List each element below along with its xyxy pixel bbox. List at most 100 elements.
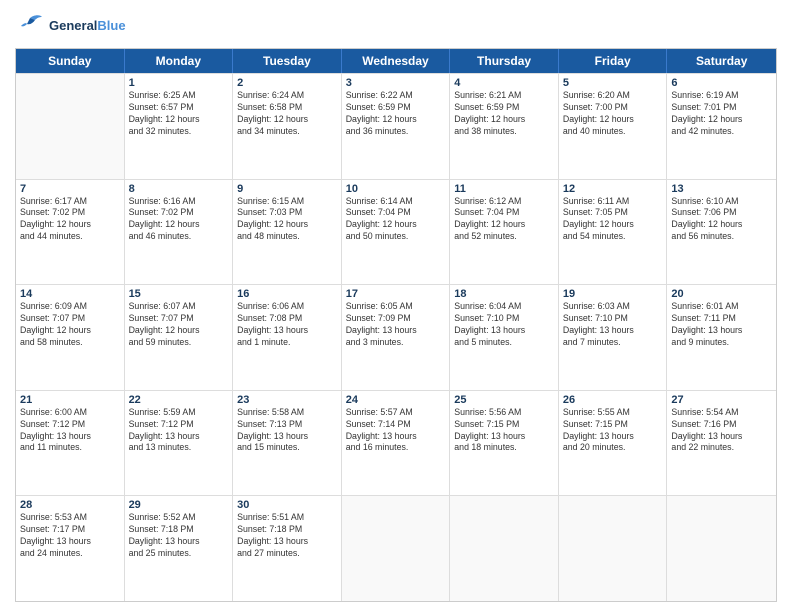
calendar-cell: 3Sunrise: 6:22 AM Sunset: 6:59 PM Daylig… <box>342 74 451 179</box>
day-number: 18 <box>454 288 554 300</box>
day-number: 7 <box>20 183 120 195</box>
day-number: 9 <box>237 183 337 195</box>
calendar-cell: 5Sunrise: 6:20 AM Sunset: 7:00 PM Daylig… <box>559 74 668 179</box>
day-number: 20 <box>671 288 772 300</box>
day-number: 27 <box>671 394 772 406</box>
day-number: 13 <box>671 183 772 195</box>
calendar-cell: 27Sunrise: 5:54 AM Sunset: 7:16 PM Dayli… <box>667 391 776 496</box>
cell-text: Sunrise: 6:20 AM Sunset: 7:00 PM Dayligh… <box>563 90 663 138</box>
cell-text: Sunrise: 5:53 AM Sunset: 7:17 PM Dayligh… <box>20 512 120 560</box>
calendar-cell: 16Sunrise: 6:06 AM Sunset: 7:08 PM Dayli… <box>233 285 342 390</box>
cell-text: Sunrise: 5:55 AM Sunset: 7:15 PM Dayligh… <box>563 407 663 455</box>
day-number: 2 <box>237 77 337 89</box>
cell-text: Sunrise: 6:12 AM Sunset: 7:04 PM Dayligh… <box>454 196 554 244</box>
calendar-cell: 15Sunrise: 6:07 AM Sunset: 7:07 PM Dayli… <box>125 285 234 390</box>
day-number: 30 <box>237 499 337 511</box>
cell-text: Sunrise: 6:24 AM Sunset: 6:58 PM Dayligh… <box>237 90 337 138</box>
calendar-row: 7Sunrise: 6:17 AM Sunset: 7:02 PM Daylig… <box>16 179 776 285</box>
day-number: 12 <box>563 183 663 195</box>
calendar-cell: 7Sunrise: 6:17 AM Sunset: 7:02 PM Daylig… <box>16 180 125 285</box>
calendar-cell: 30Sunrise: 5:51 AM Sunset: 7:18 PM Dayli… <box>233 496 342 601</box>
cell-text: Sunrise: 6:06 AM Sunset: 7:08 PM Dayligh… <box>237 301 337 349</box>
calendar-cell: 17Sunrise: 6:05 AM Sunset: 7:09 PM Dayli… <box>342 285 451 390</box>
header-day: Friday <box>559 49 668 73</box>
cell-text: Sunrise: 5:57 AM Sunset: 7:14 PM Dayligh… <box>346 407 446 455</box>
calendar-row: 14Sunrise: 6:09 AM Sunset: 7:07 PM Dayli… <box>16 284 776 390</box>
cell-text: Sunrise: 6:01 AM Sunset: 7:11 PM Dayligh… <box>671 301 772 349</box>
day-number: 16 <box>237 288 337 300</box>
day-number: 17 <box>346 288 446 300</box>
calendar-cell <box>667 496 776 601</box>
logo-text: GeneralBlue <box>49 18 126 33</box>
day-number: 8 <box>129 183 229 195</box>
day-number: 4 <box>454 77 554 89</box>
cell-text: Sunrise: 5:54 AM Sunset: 7:16 PM Dayligh… <box>671 407 772 455</box>
cell-text: Sunrise: 5:51 AM Sunset: 7:18 PM Dayligh… <box>237 512 337 560</box>
cell-text: Sunrise: 5:52 AM Sunset: 7:18 PM Dayligh… <box>129 512 229 560</box>
cell-text: Sunrise: 6:25 AM Sunset: 6:57 PM Dayligh… <box>129 90 229 138</box>
day-number: 1 <box>129 77 229 89</box>
calendar-cell: 13Sunrise: 6:10 AM Sunset: 7:06 PM Dayli… <box>667 180 776 285</box>
header-day: Monday <box>125 49 234 73</box>
day-number: 6 <box>671 77 772 89</box>
header-day: Sunday <box>16 49 125 73</box>
logo-icon <box>15 10 45 40</box>
calendar-cell <box>342 496 451 601</box>
calendar-cell: 10Sunrise: 6:14 AM Sunset: 7:04 PM Dayli… <box>342 180 451 285</box>
cell-text: Sunrise: 6:04 AM Sunset: 7:10 PM Dayligh… <box>454 301 554 349</box>
cell-text: Sunrise: 6:05 AM Sunset: 7:09 PM Dayligh… <box>346 301 446 349</box>
cell-text: Sunrise: 5:56 AM Sunset: 7:15 PM Dayligh… <box>454 407 554 455</box>
page: GeneralBlue SundayMondayTuesdayWednesday… <box>0 0 792 612</box>
calendar-cell: 2Sunrise: 6:24 AM Sunset: 6:58 PM Daylig… <box>233 74 342 179</box>
day-number: 3 <box>346 77 446 89</box>
cell-text: Sunrise: 6:16 AM Sunset: 7:02 PM Dayligh… <box>129 196 229 244</box>
calendar-cell: 8Sunrise: 6:16 AM Sunset: 7:02 PM Daylig… <box>125 180 234 285</box>
calendar-body: 1Sunrise: 6:25 AM Sunset: 6:57 PM Daylig… <box>16 73 776 601</box>
cell-text: Sunrise: 5:58 AM Sunset: 7:13 PM Dayligh… <box>237 407 337 455</box>
cell-text: Sunrise: 6:00 AM Sunset: 7:12 PM Dayligh… <box>20 407 120 455</box>
day-number: 23 <box>237 394 337 406</box>
calendar-cell: 18Sunrise: 6:04 AM Sunset: 7:10 PM Dayli… <box>450 285 559 390</box>
calendar-cell: 25Sunrise: 5:56 AM Sunset: 7:15 PM Dayli… <box>450 391 559 496</box>
calendar-header: SundayMondayTuesdayWednesdayThursdayFrid… <box>16 49 776 73</box>
day-number: 24 <box>346 394 446 406</box>
header: GeneralBlue <box>15 10 777 40</box>
day-number: 5 <box>563 77 663 89</box>
calendar-cell: 21Sunrise: 6:00 AM Sunset: 7:12 PM Dayli… <box>16 391 125 496</box>
calendar-cell <box>559 496 668 601</box>
calendar: SundayMondayTuesdayWednesdayThursdayFrid… <box>15 48 777 602</box>
calendar-cell <box>16 74 125 179</box>
calendar-cell: 20Sunrise: 6:01 AM Sunset: 7:11 PM Dayli… <box>667 285 776 390</box>
calendar-cell <box>450 496 559 601</box>
cell-text: Sunrise: 6:22 AM Sunset: 6:59 PM Dayligh… <box>346 90 446 138</box>
calendar-cell: 11Sunrise: 6:12 AM Sunset: 7:04 PM Dayli… <box>450 180 559 285</box>
calendar-cell: 29Sunrise: 5:52 AM Sunset: 7:18 PM Dayli… <box>125 496 234 601</box>
calendar-row: 28Sunrise: 5:53 AM Sunset: 7:17 PM Dayli… <box>16 495 776 601</box>
calendar-cell: 22Sunrise: 5:59 AM Sunset: 7:12 PM Dayli… <box>125 391 234 496</box>
calendar-cell: 28Sunrise: 5:53 AM Sunset: 7:17 PM Dayli… <box>16 496 125 601</box>
day-number: 11 <box>454 183 554 195</box>
calendar-cell: 9Sunrise: 6:15 AM Sunset: 7:03 PM Daylig… <box>233 180 342 285</box>
day-number: 26 <box>563 394 663 406</box>
cell-text: Sunrise: 5:59 AM Sunset: 7:12 PM Dayligh… <box>129 407 229 455</box>
header-day: Thursday <box>450 49 559 73</box>
day-number: 29 <box>129 499 229 511</box>
header-day: Tuesday <box>233 49 342 73</box>
day-number: 14 <box>20 288 120 300</box>
cell-text: Sunrise: 6:10 AM Sunset: 7:06 PM Dayligh… <box>671 196 772 244</box>
calendar-cell: 14Sunrise: 6:09 AM Sunset: 7:07 PM Dayli… <box>16 285 125 390</box>
cell-text: Sunrise: 6:11 AM Sunset: 7:05 PM Dayligh… <box>563 196 663 244</box>
calendar-cell: 6Sunrise: 6:19 AM Sunset: 7:01 PM Daylig… <box>667 74 776 179</box>
calendar-row: 21Sunrise: 6:00 AM Sunset: 7:12 PM Dayli… <box>16 390 776 496</box>
calendar-cell: 12Sunrise: 6:11 AM Sunset: 7:05 PM Dayli… <box>559 180 668 285</box>
day-number: 10 <box>346 183 446 195</box>
cell-text: Sunrise: 6:14 AM Sunset: 7:04 PM Dayligh… <box>346 196 446 244</box>
cell-text: Sunrise: 6:19 AM Sunset: 7:01 PM Dayligh… <box>671 90 772 138</box>
cell-text: Sunrise: 6:09 AM Sunset: 7:07 PM Dayligh… <box>20 301 120 349</box>
day-number: 19 <box>563 288 663 300</box>
day-number: 21 <box>20 394 120 406</box>
calendar-cell: 4Sunrise: 6:21 AM Sunset: 6:59 PM Daylig… <box>450 74 559 179</box>
calendar-cell: 1Sunrise: 6:25 AM Sunset: 6:57 PM Daylig… <box>125 74 234 179</box>
logo: GeneralBlue <box>15 10 126 40</box>
calendar-cell: 23Sunrise: 5:58 AM Sunset: 7:13 PM Dayli… <box>233 391 342 496</box>
